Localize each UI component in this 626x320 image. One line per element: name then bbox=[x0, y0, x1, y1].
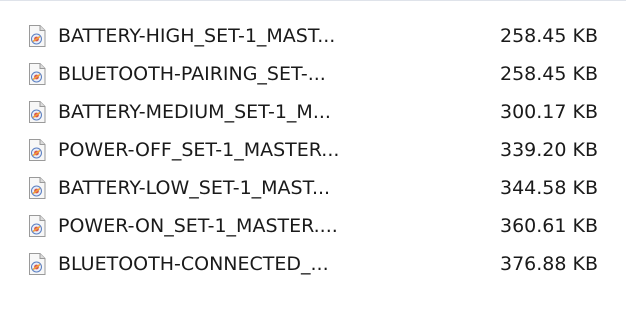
file-row[interactable]: BLUETOOTH-PAIRING_SET-... 258.45 KB bbox=[0, 55, 626, 93]
audio-file-icon bbox=[29, 139, 46, 161]
file-row[interactable]: BATTERY-LOW_SET-1_MAST... 344.58 KB bbox=[0, 169, 626, 207]
audio-file-icon bbox=[29, 215, 46, 237]
file-name: BATTERY-MEDIUM_SET-1_M... bbox=[58, 101, 331, 123]
file-size: 258.45 KB bbox=[499, 25, 598, 47]
file-name: BATTERY-LOW_SET-1_MAST... bbox=[58, 177, 331, 199]
audio-file-icon bbox=[29, 63, 46, 85]
file-size: 360.61 KB bbox=[499, 215, 598, 237]
file-size: 258.45 KB bbox=[499, 63, 598, 85]
file-name: BLUETOOTH-PAIRING_SET-... bbox=[58, 63, 326, 85]
file-name: BLUETOOTH-CONNECTED_... bbox=[58, 253, 329, 275]
file-size: 300.17 KB bbox=[499, 101, 598, 123]
file-row[interactable]: POWER-ON_SET-1_MASTER.... 360.61 KB bbox=[0, 207, 626, 245]
audio-file-icon bbox=[29, 177, 46, 199]
file-name: BATTERY-HIGH_SET-1_MAST... bbox=[58, 25, 336, 47]
file-size: 339.20 KB bbox=[499, 139, 598, 161]
file-name: POWER-OFF_SET-1_MASTER... bbox=[58, 139, 340, 161]
file-name: POWER-ON_SET-1_MASTER.... bbox=[58, 215, 338, 237]
file-list: BATTERY-HIGH_SET-1_MAST... 258.45 KB BLU… bbox=[0, 0, 626, 320]
audio-file-icon bbox=[29, 25, 46, 47]
file-row[interactable]: BLUETOOTH-CONNECTED_... 376.88 KB bbox=[0, 245, 626, 283]
file-row[interactable]: BATTERY-HIGH_SET-1_MAST... 258.45 KB bbox=[0, 17, 626, 55]
file-row[interactable]: BATTERY-MEDIUM_SET-1_M... 300.17 KB bbox=[0, 93, 626, 131]
audio-file-icon bbox=[29, 101, 46, 123]
audio-file-icon bbox=[29, 253, 46, 275]
file-row[interactable]: POWER-OFF_SET-1_MASTER... 339.20 KB bbox=[0, 131, 626, 169]
file-size: 344.58 KB bbox=[499, 177, 598, 199]
file-size: 376.88 KB bbox=[499, 253, 598, 275]
